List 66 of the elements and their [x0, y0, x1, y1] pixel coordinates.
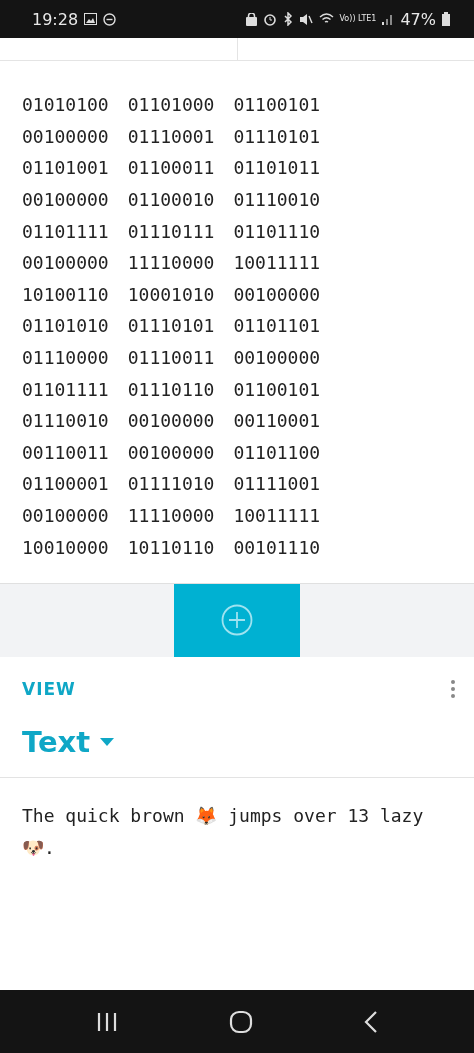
binary-byte: 01110111 [127, 220, 215, 242]
binary-byte: 00100000 [22, 125, 109, 147]
binary-byte: 01100101 [233, 94, 321, 116]
binary-byte: 10001010 [127, 283, 215, 305]
status-time: 19:28 [32, 9, 79, 29]
binary-byte: 11110000 [127, 505, 215, 526]
binary-byte: 01110011 [127, 347, 215, 369]
binary-byte: 01101001 [22, 157, 109, 179]
binary-byte: 00100000 [233, 283, 321, 305]
binary-byte: 01110010 [233, 189, 321, 211]
plus-circle-icon [221, 604, 253, 637]
binary-byte: 01100001 [22, 473, 109, 495]
binary-byte: 01101111 [22, 378, 109, 400]
binary-byte: 01110010 [22, 410, 109, 432]
binary-byte: 00100000 [127, 410, 215, 432]
binary-byte: 01010100 [22, 94, 109, 116]
binary-byte: 01101000 [127, 94, 215, 116]
binary-byte: 01101101 [233, 315, 321, 337]
binary-byte: 01110101 [127, 315, 215, 337]
binary-byte: 00100000 [127, 441, 215, 463]
network-type: Vo)) LTE1 [339, 14, 377, 24]
signal-icon [382, 13, 395, 25]
binary-byte: 01101111 [22, 220, 109, 242]
binary-byte: 01110000 [22, 347, 109, 369]
recent-apps-icon[interactable] [95, 1011, 118, 1032]
binary-byte: 01101110 [233, 220, 321, 242]
binary-byte: 00101110 [233, 536, 321, 558]
binary-byte: 00100000 [22, 189, 109, 211]
binary-byte: 00100000 [233, 347, 321, 369]
binary-byte: 10010000 [22, 536, 109, 558]
binary-byte: 01100011 [127, 157, 215, 179]
back-icon[interactable] [364, 1010, 379, 1033]
binary-byte: 01101010 [22, 315, 109, 337]
do-not-disturb-icon [103, 12, 117, 26]
binary-byte: 01101100 [233, 441, 321, 463]
battery-percentage: 47% [400, 9, 436, 29]
binary-byte: 00100000 [22, 505, 109, 526]
battery-icon [442, 12, 450, 26]
binary-byte: 01110101 [233, 125, 321, 147]
more-options-icon[interactable] [450, 678, 456, 699]
binary-byte: 01100101 [233, 378, 321, 400]
binary-byte: 01100010 [127, 189, 215, 211]
binary-byte: 10100110 [22, 283, 109, 305]
binary-byte: 00100000 [22, 252, 109, 274]
binary-byte: 01101011 [233, 157, 321, 179]
image-icon [84, 13, 98, 25]
binary-byte: 11110000 [127, 252, 215, 274]
binary-byte: 01110001 [127, 125, 215, 147]
wifi-icon [318, 13, 334, 25]
caret-icon [100, 737, 115, 746]
binary-byte: 10110110 [127, 536, 215, 558]
bluetooth-icon [282, 12, 293, 26]
alarm-icon [262, 12, 277, 26]
home-icon[interactable] [229, 1009, 253, 1034]
binary-byte: 01110110 [127, 378, 215, 400]
output-text: The quick brown 🦊 jumps over 13 lazy 🐶. [22, 803, 425, 860]
section-label: VIEW [22, 678, 76, 699]
view-mode-dropdown[interactable]: Text [22, 724, 115, 759]
binary-byte: 01111001 [233, 473, 321, 495]
binary-byte: 10011111 [233, 505, 321, 526]
binary-byte: 10011111 [233, 252, 321, 274]
binary-byte: 01111010 [127, 473, 215, 495]
mute-icon [298, 12, 313, 26]
lock-icon [245, 12, 257, 26]
binary-byte: 00110011 [22, 441, 109, 463]
binary-byte: 00110001 [233, 410, 321, 432]
